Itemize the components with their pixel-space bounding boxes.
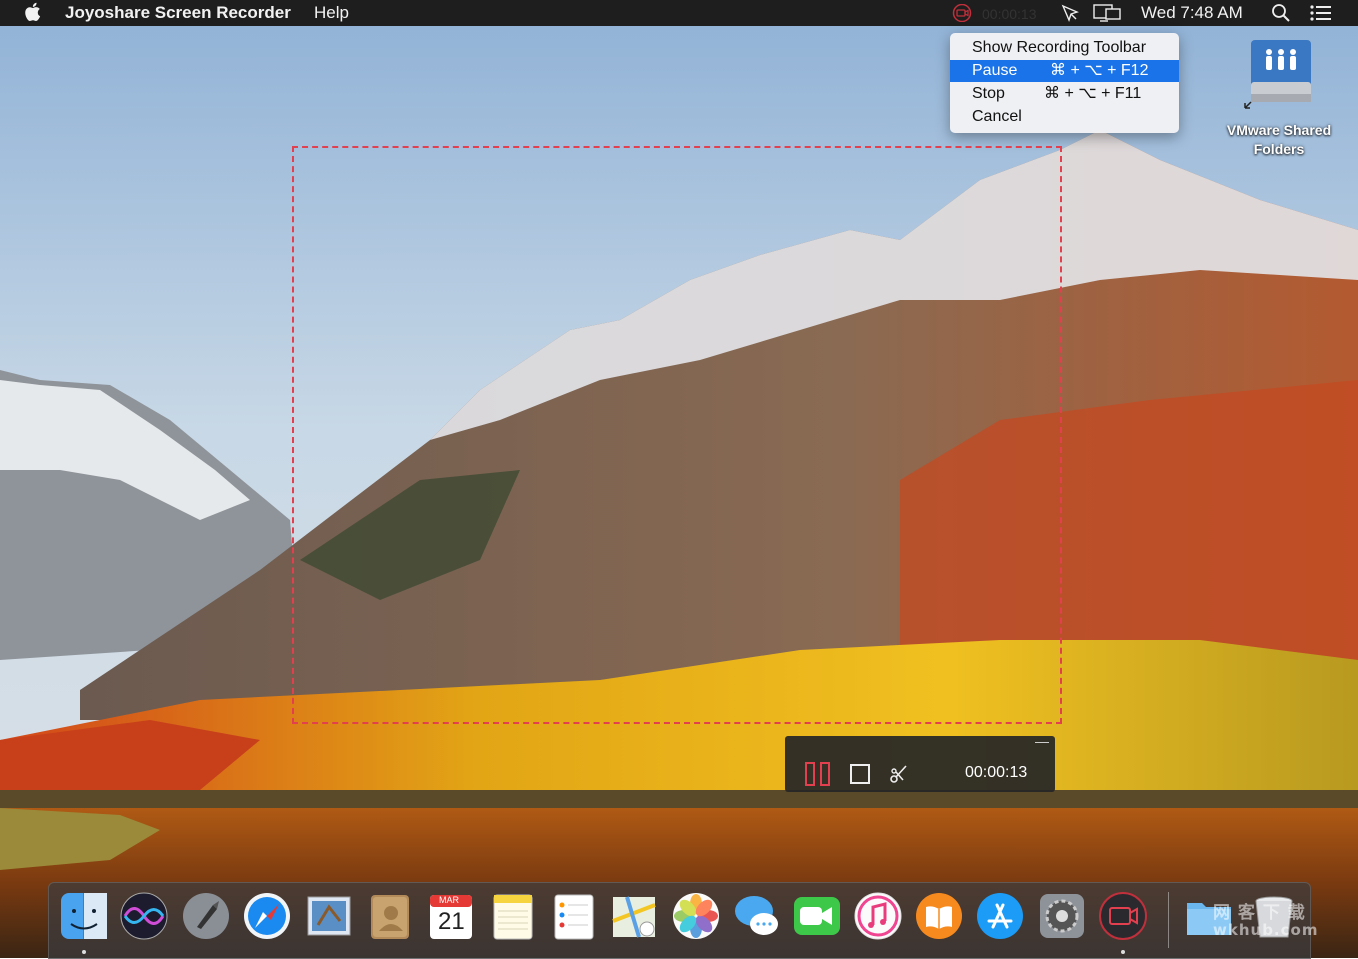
help-menu[interactable]: Help	[314, 3, 349, 23]
calendar-month: MAR	[439, 895, 459, 905]
vmware-shared-folders-label[interactable]: VMware Shared Folders	[1212, 121, 1346, 159]
joyoshare-recorder-icon[interactable]	[1098, 891, 1148, 943]
notification-list-icon[interactable]	[1309, 3, 1333, 23]
vmware-shared-folders-icon[interactable]	[1243, 38, 1315, 112]
contacts-icon[interactable]	[365, 891, 415, 943]
facetime-icon[interactable]	[792, 891, 842, 943]
record-status-icon[interactable]	[951, 3, 973, 24]
pause-shortcut: ⌘ + ⌥ + F12	[1050, 62, 1149, 79]
app-name-menu[interactable]: Joyoshare Screen Recorder	[65, 3, 291, 23]
calendar-icon[interactable]: MAR 21	[426, 891, 476, 943]
launchpad-icon[interactable]	[181, 891, 231, 943]
siri-icon[interactable]	[119, 891, 169, 943]
menubar-clock[interactable]: Wed 7:48 AM	[1141, 3, 1243, 23]
finder-running-indicator	[82, 950, 86, 954]
reminders-icon[interactable]	[549, 891, 599, 943]
stop-shortcut: ⌘ + ⌥ + F11	[1044, 85, 1142, 102]
watermark: 网 客 下 载 wkhub.com	[1213, 903, 1319, 939]
cut-icon[interactable]	[888, 763, 910, 790]
apple-icon[interactable]	[24, 2, 41, 22]
search-icon[interactable]	[1271, 3, 1291, 23]
stop-button[interactable]	[850, 764, 870, 789]
airplay-cursor-icon[interactable]	[1060, 3, 1080, 23]
display-icon[interactable]	[1093, 3, 1121, 23]
photos-icon[interactable]	[671, 891, 721, 943]
ibooks-icon[interactable]	[914, 891, 964, 943]
pause-button[interactable]	[805, 762, 831, 791]
recording-area-frame[interactable]	[292, 146, 1062, 724]
menu-item-stop[interactable]: Stop ⌘ + ⌥ + F11	[950, 83, 1179, 105]
recording-toolbar: 00:00:13	[785, 736, 1055, 792]
maps-icon[interactable]	[609, 891, 659, 943]
messages-icon[interactable]	[732, 891, 782, 943]
menu-item-pause[interactable]: Pause ⌘ + ⌥ + F12	[950, 60, 1179, 82]
calendar-day: 21	[438, 908, 465, 935]
mail-icon[interactable]	[304, 891, 354, 943]
safari-icon[interactable]	[242, 891, 292, 943]
menu-bar: Joyoshare Screen Recorder Help 00:00:13 …	[0, 0, 1358, 26]
recording-timer: 00:00:13	[965, 764, 1028, 781]
menubar-recording-time: 00:00:13	[982, 6, 1037, 22]
itunes-icon[interactable]	[853, 891, 903, 943]
menu-item-show-recording-toolbar[interactable]: Show Recording Toolbar	[950, 37, 1179, 59]
system-preferences-icon[interactable]	[1037, 891, 1087, 943]
app-store-icon[interactable]	[975, 891, 1025, 943]
recording-status-menu: Show Recording Toolbar Pause ⌘ + ⌥ + F12…	[950, 33, 1179, 133]
notes-icon[interactable]	[488, 891, 538, 943]
dock-separator	[1168, 892, 1169, 948]
minimize-toolbar-button[interactable]	[1035, 742, 1049, 743]
finder-icon[interactable]	[59, 891, 109, 943]
recorder-running-indicator	[1121, 950, 1125, 954]
menu-item-cancel[interactable]: Cancel	[950, 106, 1179, 128]
